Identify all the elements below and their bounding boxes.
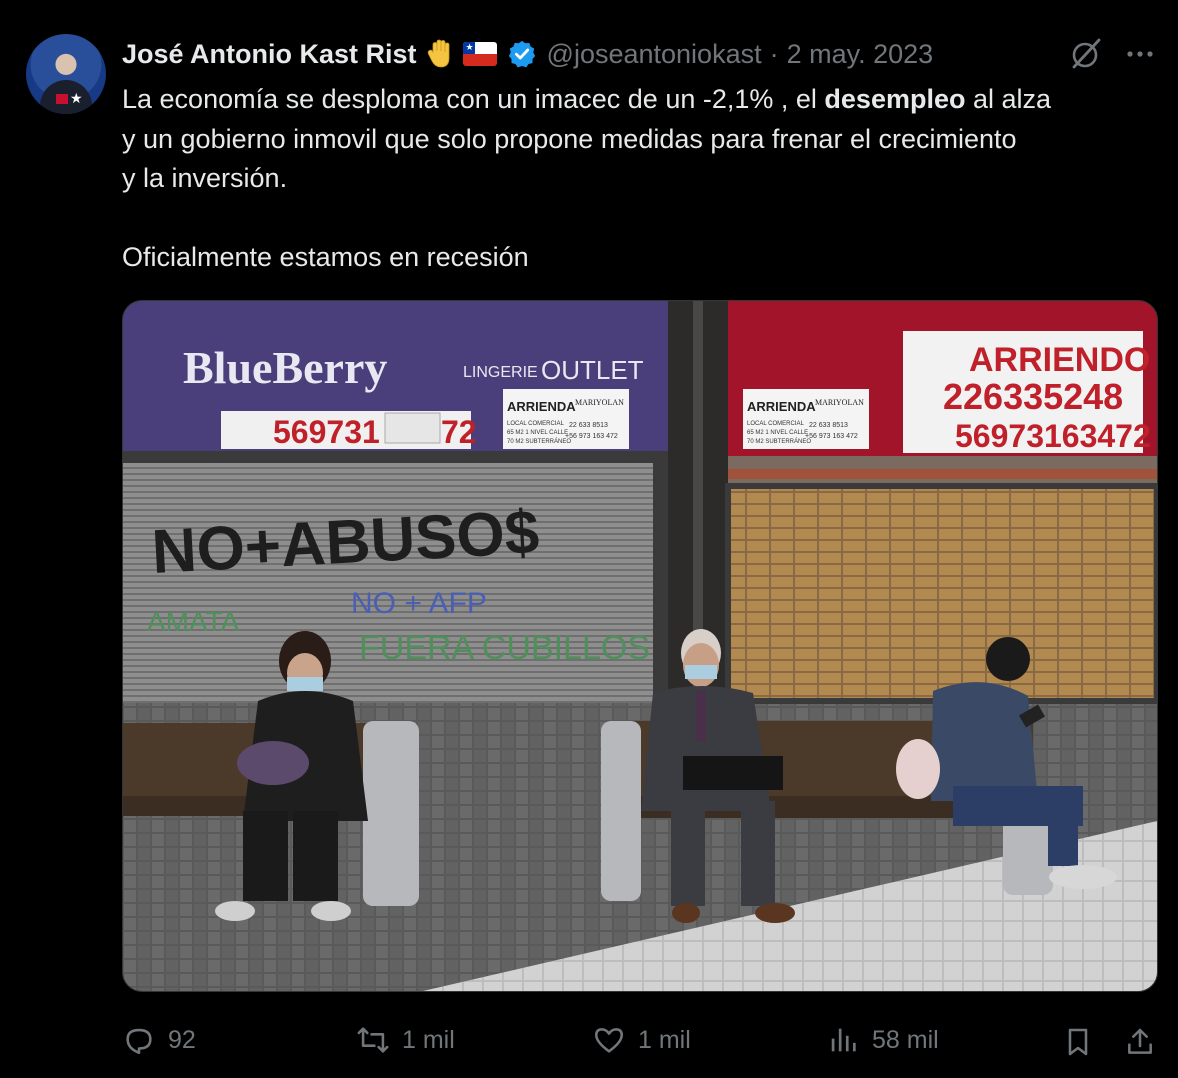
separator-dot: ·: [769, 38, 779, 69]
big-phone1: 226335248: [943, 376, 1123, 417]
tweet-date[interactable]: 2 may. 2023: [787, 39, 934, 70]
graffiti-blue: NO + AFP: [351, 587, 487, 620]
action-bar: 92 1 mil 1 mil 58 mil: [0, 1012, 1178, 1068]
sign-line1-right: LOCAL COMERCIAL: [747, 421, 804, 427]
store-name: BlueBerry: [183, 342, 387, 393]
sign-line2-left: 65 M2 1 NIVEL CALLE: [507, 430, 568, 436]
tweet-header: José Antonio Kast Rist ★ @joseantoniokas…: [122, 36, 933, 72]
tweet: ★ José Antonio Kast Rist ★ @joseantoniok…: [0, 0, 1178, 1078]
like-button[interactable]: 1 mil: [592, 1012, 691, 1068]
heart-icon: [594, 1028, 624, 1053]
sign-phone2-right: +56 973 163 472: [805, 433, 858, 440]
photo-scene: BlueBerry LINGERIE OUTLET 569731 72 ARRI…: [123, 301, 1157, 991]
repost-button[interactable]: 1 mil: [356, 1012, 455, 1068]
graffiti-green2: FUERA CUBILLOS: [359, 629, 650, 667]
sign-line1-left: LOCAL COMERCIAL: [507, 421, 564, 427]
repost-icon: [357, 1027, 389, 1053]
store-sub1: LINGERIE: [463, 364, 538, 381]
sign-line2-right: 65 M2 1 NIVEL CALLE: [747, 430, 808, 436]
sign-phone2-left: +56 973 163 472: [565, 433, 618, 440]
share-icon[interactable]: [1124, 1026, 1156, 1058]
big-arriendo: ARRIENDO: [969, 341, 1150, 379]
bold-word: desempleo: [824, 84, 966, 114]
avatar[interactable]: ★: [26, 34, 106, 114]
phone-left-end: 72: [441, 414, 477, 450]
repost-count: 1 mil: [402, 1025, 455, 1054]
views-button[interactable]: 58 mil: [826, 1012, 939, 1068]
author-handle[interactable]: @joseantoniokast: [547, 39, 762, 70]
sign-arrienda-right: ARRIENDA: [747, 399, 816, 414]
phone-left: 569731: [273, 414, 380, 450]
tweet-line-3: y la inversión.: [122, 163, 288, 193]
sign-phone1-right: 22 633 8513: [809, 422, 848, 429]
sign-line3-right: 70 M2 SUBTERRÁNEO: [747, 438, 811, 445]
reply-count: 92: [168, 1025, 196, 1054]
tweet-line-2: y un gobierno inmovil que solo propone m…: [122, 123, 1017, 154]
author-name[interactable]: José Antonio Kast Rist: [122, 39, 417, 70]
views-count: 58 mil: [872, 1025, 939, 1054]
graffiti-green1: AMATA: [147, 606, 240, 637]
tweet-photo[interactable]: BlueBerry LINGERIE OUTLET 569731 72 ARRI…: [122, 300, 1158, 992]
sign-line3-left: 70 M2 SUBTERRÁNEO: [507, 438, 571, 445]
reply-button[interactable]: 92: [122, 1012, 196, 1068]
like-count: 1 mil: [638, 1025, 691, 1054]
chile-flag-icon: ★: [462, 42, 497, 66]
views-icon: [831, 1028, 856, 1052]
tweet-text: La economía se desploma con un imacec de…: [122, 80, 1162, 278]
sign-agency-left: MARIYOLAN: [575, 398, 624, 407]
tweet-line-4: Oficialmente estamos en recesión: [122, 242, 529, 272]
bookmark-icon[interactable]: [1062, 1026, 1094, 1058]
store-sub2: OUTLET: [541, 355, 644, 385]
reply-icon: [126, 1028, 152, 1055]
verified-badge-icon[interactable]: [507, 39, 537, 69]
tweet-line-1: La economía se desploma con un imacec de…: [122, 84, 1052, 114]
sign-phone1-left: 22 633 8513: [569, 422, 608, 429]
grok-icon[interactable]: [1068, 36, 1104, 72]
raised-hand-icon: [427, 39, 449, 68]
more-options-icon[interactable]: [1122, 40, 1158, 68]
big-phone2: 56973163472: [955, 418, 1151, 454]
sign-agency-right: MARIYOLAN: [815, 398, 864, 407]
sign-arrienda-left: ARRIENDA: [507, 399, 576, 414]
